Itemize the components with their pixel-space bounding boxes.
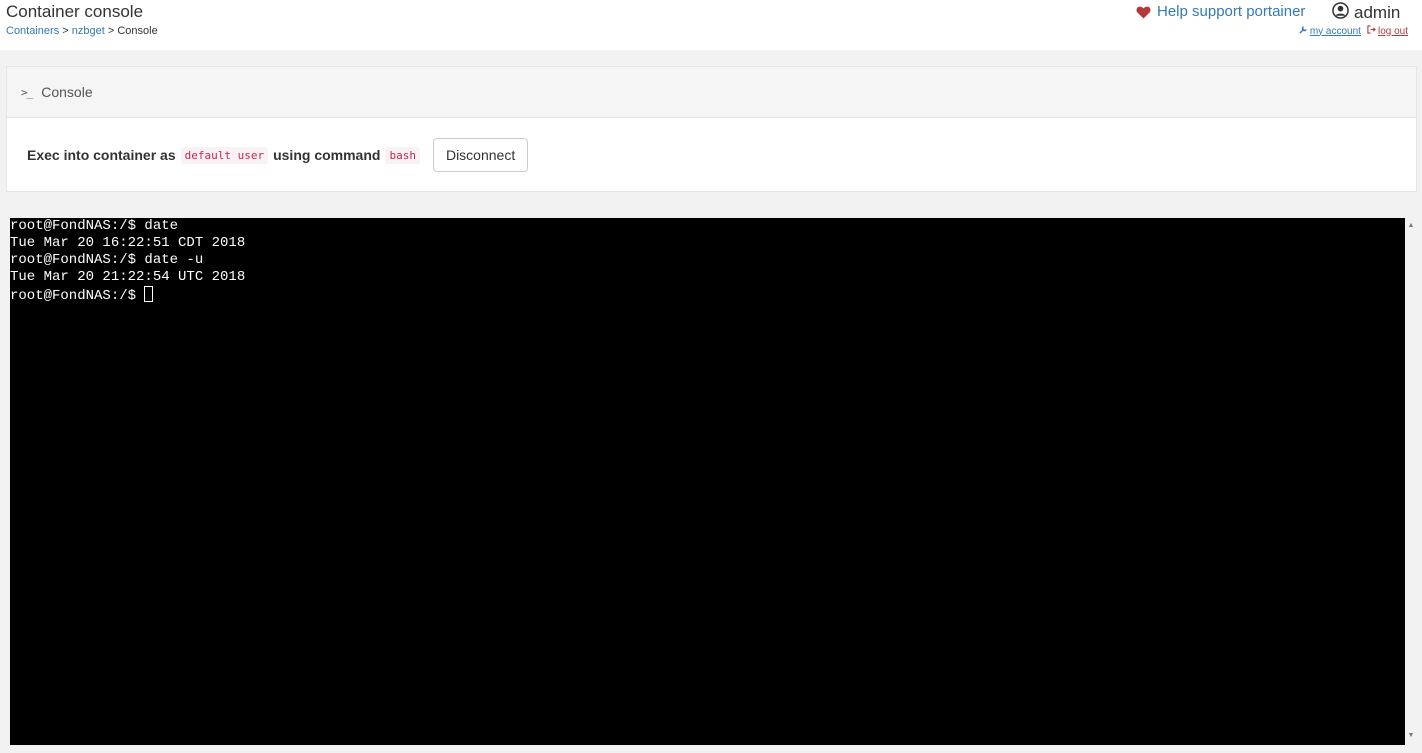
breadcrumb-separator: > [62, 25, 69, 37]
terminal-icon: >_ [21, 85, 33, 99]
wrench-icon [1299, 25, 1308, 38]
logout-label: log out [1377, 25, 1408, 37]
page-header: Container console Containers > nzbget > … [0, 0, 1422, 50]
my-account-label: my account [1309, 25, 1361, 37]
widget-body: Exec into container as default user usin… [7, 118, 1416, 192]
widget-title: Console [41, 84, 93, 100]
disconnect-button[interactable]: Disconnect [432, 138, 529, 172]
scroll-up-icon[interactable]: ▲ [1406, 222, 1416, 229]
user-name: admin [1354, 3, 1401, 22]
help-support-label: Help support portainer [1157, 3, 1306, 20]
terminal-prompt-line: root@FondNAS:/$ [10, 286, 1405, 304]
my-account-link[interactable]: my account [1299, 25, 1361, 38]
breadcrumb-console: Console [117, 25, 158, 37]
logout-link[interactable]: log out [1367, 25, 1408, 38]
terminal-prompt: root@FondNAS:/$ [10, 288, 145, 304]
terminal-line: Tue Mar 20 16:22:51 CDT 2018 [10, 235, 246, 251]
exec-prefix-text: Exec into container as [27, 147, 176, 163]
terminal[interactable]: root@FondNAS:/$ date Tue Mar 20 16:22:51… [10, 218, 1405, 745]
terminal-line: root@FondNAS:/$ date [10, 218, 179, 234]
breadcrumb-containers[interactable]: Containers [6, 25, 59, 37]
terminal-cursor [144, 286, 154, 302]
user-circle-icon [1332, 2, 1349, 24]
heart-icon [1136, 6, 1151, 19]
user-links: my account log out [1299, 25, 1408, 38]
user-box: admin [1332, 2, 1400, 24]
widget-header: >_ Console [7, 67, 1416, 118]
terminal-line: Tue Mar 20 21:22:54 UTC 2018 [10, 269, 246, 285]
exec-command-text: using command [273, 147, 381, 163]
breadcrumb-nzbget[interactable]: nzbget [72, 25, 105, 37]
help-support-link[interactable]: Help support portainer [1136, 3, 1305, 21]
exec-command-code: bash [385, 146, 420, 164]
breadcrumb-separator: > [107, 25, 115, 37]
console-widget: >_ Console Exec into container as defaul… [6, 66, 1417, 192]
terminal-line: root@FondNAS:/$ date -u [10, 252, 204, 268]
exec-user-code: default user [180, 146, 269, 164]
sign-out-icon [1367, 25, 1376, 38]
breadcrumb: Containers > nzbget > Console [6, 25, 158, 38]
page: Container console Containers > nzbget > … [0, 0, 1422, 753]
page-title: Container console [6, 2, 144, 21]
scroll-down-icon[interactable]: ▼ [1406, 732, 1416, 739]
